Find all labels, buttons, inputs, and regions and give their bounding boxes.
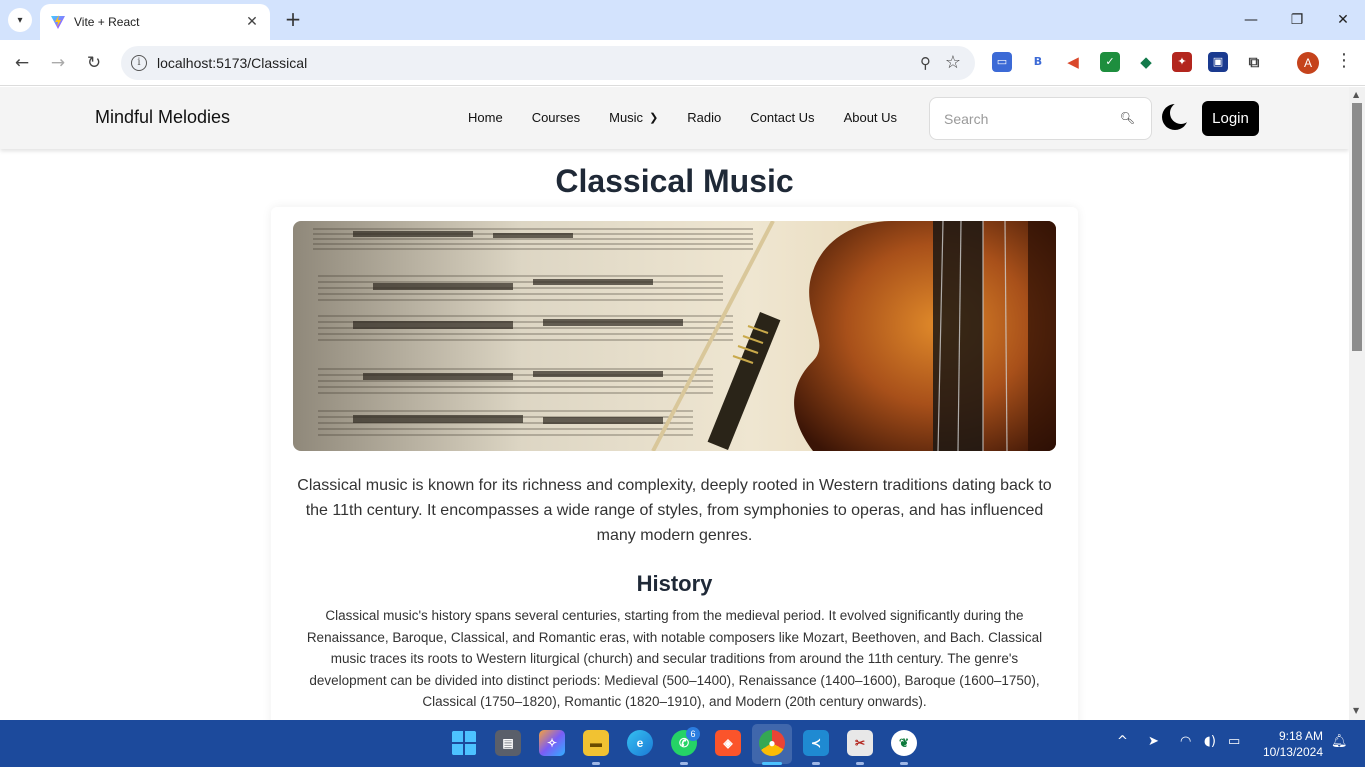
browser-tab[interactable]: Vite + React ✕ xyxy=(40,4,270,40)
edge-browser-icon[interactable]: e xyxy=(627,730,653,756)
vscode-running-indicator xyxy=(812,762,820,765)
battery-icon[interactable]: ▭ xyxy=(1228,734,1240,749)
brave-browser-icon[interactable]: ◈ xyxy=(715,730,741,756)
content-card: Classical music is known for its richnes… xyxy=(271,207,1078,720)
clock-date: 10/13/2024 xyxy=(1262,745,1323,759)
whatsapp-notification-badge: 6 xyxy=(686,727,700,741)
search-icon[interactable]: 🔍︎ xyxy=(1120,111,1135,125)
extension-blue-icon[interactable]: ▣ xyxy=(1208,52,1228,72)
tab-title: Vite + React xyxy=(74,15,140,29)
task-view-icon[interactable]: ▤ xyxy=(495,730,521,756)
scroll-down-arrow-icon[interactable]: ▼ xyxy=(1353,706,1359,715)
nav-courses[interactable]: Courses xyxy=(532,110,580,125)
vscode-icon[interactable]: ≺ xyxy=(803,730,829,756)
nav-home-label: Home xyxy=(468,110,503,125)
login-button[interactable]: Login xyxy=(1202,101,1259,136)
extension-screen-icon[interactable]: ▭ xyxy=(992,52,1012,72)
compass-running-indicator xyxy=(900,762,908,765)
windows-start-icon[interactable] xyxy=(451,730,477,756)
history-heading: History xyxy=(636,571,713,596)
bookmark-star-icon[interactable]: ☆ xyxy=(945,52,961,73)
windows-taskbar: ▤ ✧ ▬ e ✆ ◈ ● ≺ ✂ ❦ xyxy=(0,720,1365,767)
site-navbar: Mindful Melodies Home Courses Music ❯ Rad… xyxy=(0,87,1349,149)
nav-home[interactable]: Home xyxy=(468,110,503,125)
minimize-icon[interactable]: — xyxy=(1236,8,1266,32)
theme-toggle-moon-icon[interactable] xyxy=(1161,102,1189,132)
close-tab-icon[interactable]: ✕ xyxy=(244,14,260,30)
mongodb-compass-icon[interactable]: ❦ xyxy=(891,730,917,756)
snipping-running-indicator xyxy=(856,762,864,765)
address-toolbar: ← → ↻ i localhost:5173/Classical ⚲ ☆ xyxy=(0,40,1365,86)
history-paragraph: Classical music's history spans several … xyxy=(306,608,1043,709)
page-viewport: Mindful Melodies Home Courses Music ❯ Rad… xyxy=(0,87,1349,720)
search-box: 🔍︎ xyxy=(929,97,1152,140)
volume-icon[interactable]: ◖) xyxy=(1204,734,1216,749)
tray-chevron-up-icon[interactable]: ^ xyxy=(1117,734,1128,749)
extension-checklist-icon[interactable]: ✓ xyxy=(1100,52,1120,72)
nav-links: Home Courses Music ❯ Radio Contact Us Abo… xyxy=(468,110,926,125)
chrome-browser-icon[interactable]: ● xyxy=(759,730,785,756)
profile-avatar[interactable]: A xyxy=(1297,52,1319,74)
chevron-down-icon: ❯ xyxy=(649,112,659,124)
intro-paragraph: Classical music is known for its richnes… xyxy=(297,477,1052,544)
extension-megaphone-icon[interactable]: ◀ xyxy=(1063,52,1083,72)
taskbar-clock[interactable]: 9:18 AM 10/13/2024 xyxy=(1250,728,1323,760)
new-tab-plus-icon[interactable]: + xyxy=(282,8,304,30)
scroll-up-arrow-icon[interactable]: ▲ xyxy=(1353,90,1359,99)
scroll-thumb[interactable] xyxy=(1352,103,1362,351)
nav-music-dropdown[interactable]: Music ❯ xyxy=(609,110,658,125)
nav-contact-us[interactable]: Contact Us xyxy=(750,110,814,125)
vite-favicon-icon xyxy=(51,15,65,29)
zoom-icon[interactable]: ⚲ xyxy=(920,54,931,72)
copilot-icon[interactable]: ✧ xyxy=(539,730,565,756)
site-info-icon[interactable]: i xyxy=(131,55,147,71)
extension-b-icon[interactable]: B xyxy=(1028,52,1048,72)
omnibox[interactable]: i localhost:5173/Classical ⚲ ☆ xyxy=(121,46,975,80)
extensions-puzzle-icon[interactable]: ⧉ xyxy=(1244,52,1264,72)
forward-arrow-icon[interactable]: → xyxy=(47,52,69,74)
url-text[interactable]: localhost:5173/Classical xyxy=(157,55,307,71)
page-title: Classical Music xyxy=(555,163,794,199)
browser-menu-icon[interactable]: ⋮ xyxy=(1335,50,1353,71)
file-explorer-running-indicator xyxy=(592,762,600,765)
chrome-active-indicator xyxy=(762,762,782,765)
page-scrollbar[interactable]: ▲ ▼ xyxy=(1349,87,1365,720)
nav-courses-label: Courses xyxy=(531,110,581,125)
nav-music-label: Music xyxy=(609,110,644,125)
clock-time: 9:18 AM xyxy=(1278,729,1323,743)
nav-about-us[interactable]: About Us xyxy=(844,110,897,125)
extension-leaf-icon[interactable]: ◆ xyxy=(1136,52,1156,72)
close-window-icon[interactable]: ✕ xyxy=(1328,8,1358,32)
browser-tab-bar: ▾ Vite + React ✕ + — ❐ ✕ xyxy=(0,0,1365,40)
reload-icon[interactable]: ↻ xyxy=(83,52,105,74)
violin-sheet-music-image xyxy=(293,221,1056,451)
site-brand[interactable]: Mindful Melodies xyxy=(95,107,230,128)
nav-radio-label: Radio xyxy=(687,110,722,125)
file-explorer-icon[interactable]: ▬ xyxy=(583,730,609,756)
nav-about-label: About Us xyxy=(843,110,898,125)
whatsapp-running-indicator xyxy=(680,762,688,765)
snipping-tool-icon[interactable]: ✂ xyxy=(847,730,873,756)
tab-search-chevron-icon[interactable]: ▾ xyxy=(8,8,32,32)
notification-bell-icon[interactable]: 🔔︎ xyxy=(1331,734,1348,749)
nav-radio[interactable]: Radio xyxy=(687,110,721,125)
restore-icon[interactable]: ❐ xyxy=(1282,8,1312,32)
extension-red-icon[interactable]: ✦ xyxy=(1172,52,1192,72)
location-arrow-icon[interactable]: ➤ xyxy=(1148,734,1159,749)
wifi-icon[interactable]: ◠ xyxy=(1180,734,1191,749)
back-arrow-icon[interactable]: ← xyxy=(11,52,33,74)
search-input[interactable] xyxy=(944,110,1114,128)
nav-contact-label: Contact Us xyxy=(750,110,815,125)
